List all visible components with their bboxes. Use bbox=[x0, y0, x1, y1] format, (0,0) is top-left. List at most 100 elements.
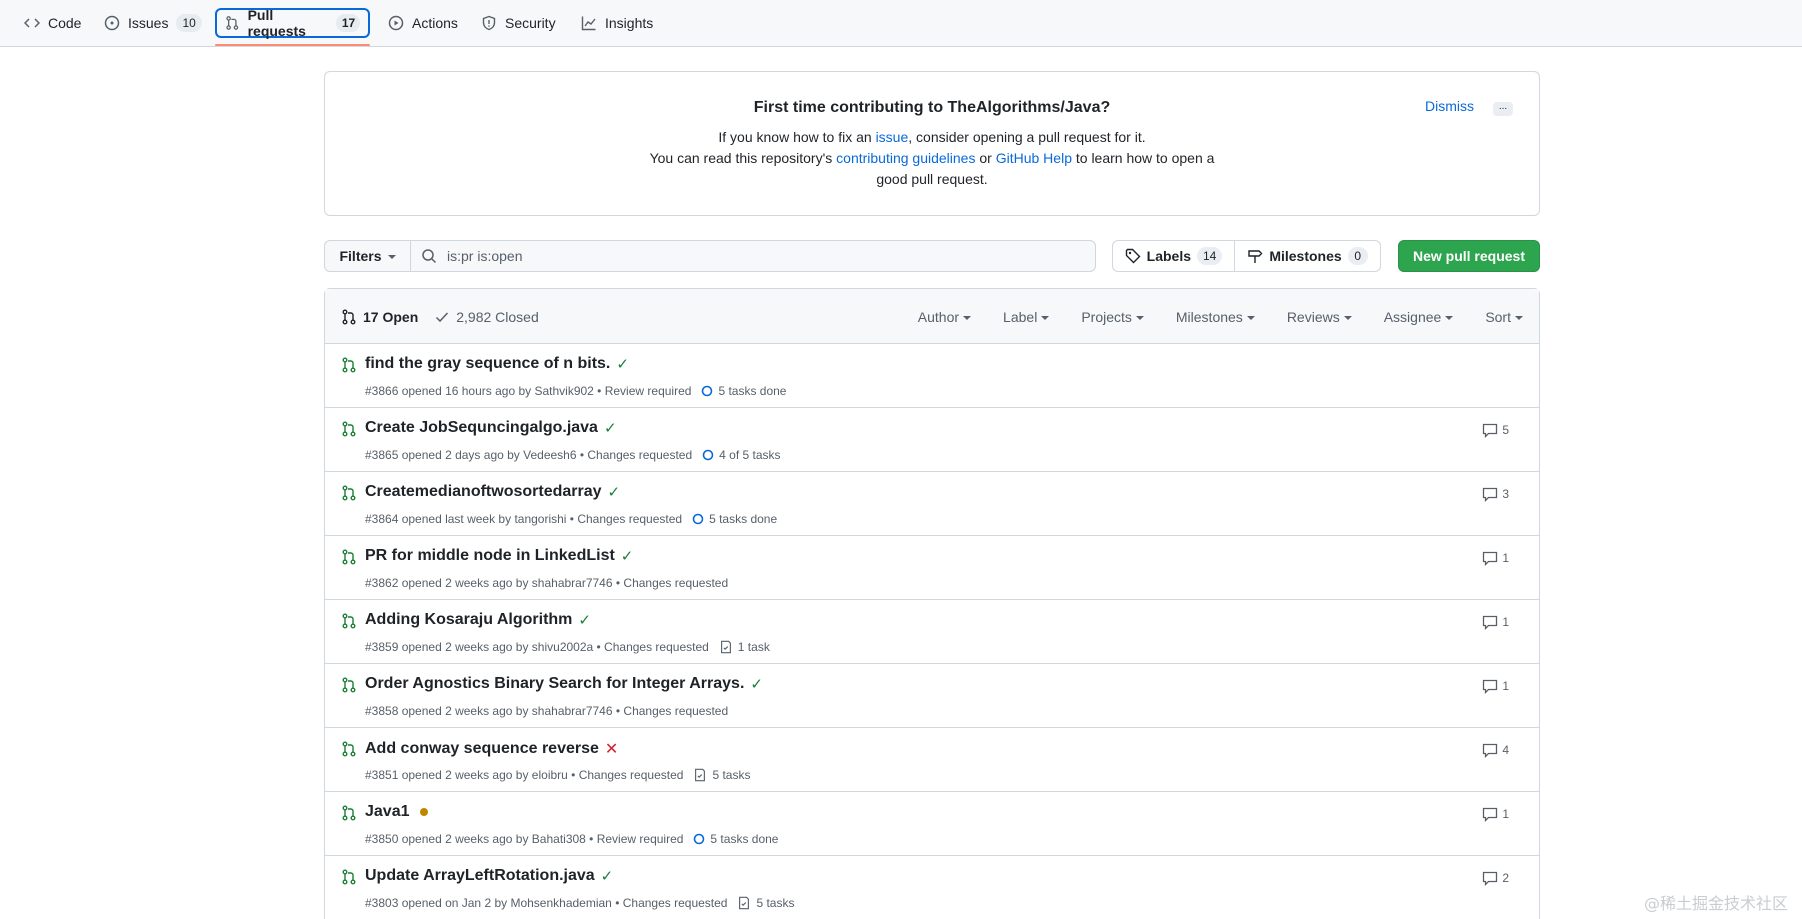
task-progress: 5 tasks bbox=[737, 896, 794, 910]
comment-count: 4 bbox=[1502, 743, 1509, 757]
author-menu[interactable]: Author bbox=[917, 308, 972, 325]
pull-request-row[interactable]: find the gray sequence of n bits. ✓ #3866 … bbox=[325, 344, 1539, 408]
tag-icon bbox=[1125, 248, 1141, 264]
pull-request-title-link[interactable]: find the gray sequence of n bits. bbox=[365, 355, 610, 373]
comments-link[interactable]: 2 bbox=[1482, 870, 1509, 886]
milestones-button[interactable]: Milestones 0 bbox=[1234, 240, 1381, 272]
chevron-down-icon bbox=[1515, 315, 1523, 320]
milestone-icon bbox=[1248, 250, 1263, 263]
check-icon[interactable]: ✓ bbox=[750, 675, 763, 693]
menu-label: Reviews bbox=[1286, 308, 1340, 325]
pull-request-title-link[interactable]: Create JobSequncingalgo.java bbox=[365, 419, 598, 437]
banner-title: First time contributing to TheAlgorithms… bbox=[753, 99, 1111, 116]
task-progress: 4 of 5 tasks bbox=[702, 448, 781, 462]
git-pull-request-icon bbox=[342, 357, 356, 373]
pull-requests-counter: 17 bbox=[335, 14, 360, 32]
menu-label: Label bbox=[1003, 308, 1038, 325]
assignee-menu[interactable]: Assignee bbox=[1384, 309, 1454, 325]
pull-request-title-link[interactable]: Createmedianoftwosortedarray bbox=[365, 483, 602, 501]
check-icon[interactable]: ✓ bbox=[621, 547, 634, 565]
pull-request-row[interactable]: Add conway sequence reverse ✕ #3851 opened… bbox=[325, 728, 1539, 792]
pending-dot-icon[interactable] bbox=[419, 808, 428, 816]
pull-request-row[interactable]: Update ArrayLeftRotation.java ✓ #3803 open… bbox=[325, 856, 1539, 919]
tab-code[interactable]: Code bbox=[16, 8, 89, 38]
pull-request-row[interactable]: Createmedianoftwosortedarray ✓ #3864 opene… bbox=[325, 472, 1539, 536]
tab-pull-requests[interactable]: Pull requests 17 bbox=[215, 7, 370, 39]
pull-request-row[interactable]: Adding Kosaraju Algorithm ✓ #3859 opened 2… bbox=[325, 600, 1539, 664]
label-menu[interactable]: Label bbox=[1003, 308, 1050, 325]
new-pull-request-button[interactable]: New pull request bbox=[1398, 240, 1540, 272]
pull-request-title-link[interactable]: Add conway sequence reverse bbox=[365, 740, 599, 758]
pull-request-meta: #3864 opened last week by tangorishi • C… bbox=[365, 512, 777, 526]
pull-request-title: Createmedianoftwosortedarray ✓ bbox=[365, 483, 620, 501]
comment-icon bbox=[1483, 487, 1498, 502]
labels-button[interactable]: Labels 14 bbox=[1112, 240, 1235, 272]
banner-text-segment: You can read this repository's bbox=[649, 150, 837, 166]
tab-label: Code bbox=[48, 15, 82, 31]
watermark: @稀土掘金技术社区 bbox=[1643, 894, 1788, 913]
pull-request-meta-text: #3850 opened 2 weeks ago by Bahati308 • … bbox=[365, 832, 684, 846]
issue-link[interactable]: issue bbox=[876, 129, 909, 145]
filters-button[interactable]: Filters bbox=[324, 240, 411, 272]
pull-request-row[interactable]: Java1 #3850 opened 2 weeks ago by Bahati3… bbox=[325, 792, 1539, 856]
banner-text: If you know how to fix an issue, conside… bbox=[325, 127, 1539, 190]
check-icon[interactable]: ✓ bbox=[616, 355, 629, 373]
pull-request-title-link[interactable]: Update ArrayLeftRotation.java bbox=[365, 867, 595, 885]
comment-icon bbox=[1483, 743, 1498, 758]
comments-link[interactable]: 1 bbox=[1482, 806, 1509, 822]
projects-menu[interactable]: Projects bbox=[1081, 309, 1144, 325]
tab-security[interactable]: Security bbox=[473, 8, 564, 38]
comments-link[interactable]: 3 bbox=[1482, 486, 1509, 502]
pull-request-title-link[interactable]: PR for middle node in LinkedList bbox=[365, 547, 615, 565]
search-input[interactable] bbox=[447, 248, 1047, 264]
github-help-link[interactable]: GitHub Help bbox=[996, 150, 1072, 166]
circle-progress-icon bbox=[702, 449, 714, 461]
pull-request-row[interactable]: Create JobSequncingalgo.java ✓ #3865 opene… bbox=[325, 408, 1539, 472]
git-pull-request-icon bbox=[342, 869, 356, 885]
check-icon[interactable]: ✓ bbox=[578, 611, 591, 629]
dismiss-button[interactable]: Dismiss bbox=[1425, 98, 1474, 114]
repo-nav: Code Issues 10 Pull requests 17 Actions … bbox=[0, 0, 1802, 47]
comments-link[interactable]: 5 bbox=[1482, 422, 1509, 438]
tab-issues[interactable]: Issues 10 bbox=[96, 8, 210, 38]
chevron-down-icon bbox=[1041, 315, 1050, 320]
search-bar[interactable] bbox=[410, 240, 1096, 272]
tab-actions[interactable]: Actions bbox=[380, 8, 466, 38]
menu-label: Author bbox=[917, 308, 960, 325]
pull-request-title-link[interactable]: Java1 bbox=[365, 803, 410, 821]
pull-request-meta: #3851 opened 2 weeks ago by eloibru • Ch… bbox=[365, 768, 750, 782]
reviews-menu[interactable]: Reviews bbox=[1287, 309, 1352, 325]
pull-request-row[interactable]: PR for middle node in LinkedList ✓ #3862 o… bbox=[325, 536, 1539, 600]
git-pull-request-icon bbox=[342, 741, 356, 757]
chevron-down-icon bbox=[1135, 315, 1144, 320]
tab-label: Actions bbox=[412, 15, 458, 31]
menu-label: Assignee bbox=[1383, 308, 1442, 325]
comments-link[interactable]: 1 bbox=[1482, 614, 1509, 630]
comments-link[interactable]: 1 bbox=[1482, 678, 1509, 694]
check-icon[interactable]: ✓ bbox=[601, 867, 614, 885]
git-pull-request-icon bbox=[342, 613, 356, 629]
comments-link[interactable]: 4 bbox=[1482, 742, 1509, 758]
pull-request-row[interactable]: Order Agnostics Binary Search for Intege… bbox=[325, 664, 1539, 728]
closed-filter[interactable]: 2,982 Closed bbox=[434, 309, 539, 325]
labels-counter: 14 bbox=[1197, 247, 1223, 265]
pull-request-meta: #3866 opened 16 hours ago by Sathvik902 … bbox=[365, 384, 786, 398]
contributing-guidelines-link[interactable]: contributing guidelines bbox=[836, 150, 975, 166]
pull-request-meta: #3858 opened 2 weeks ago by shahabrar774… bbox=[365, 704, 728, 718]
tab-insights[interactable]: Insights bbox=[573, 8, 661, 38]
x-icon[interactable]: ✕ bbox=[605, 739, 618, 759]
pull-request-meta-text: #3803 opened on Jan 2 by Mohsenkhademian… bbox=[365, 896, 728, 910]
pull-request-title-link[interactable]: Order Agnostics Binary Search for Intege… bbox=[365, 675, 744, 693]
check-icon[interactable]: ✓ bbox=[604, 419, 617, 437]
open-filter[interactable]: 17 Open bbox=[341, 309, 418, 325]
milestones-counter: 0 bbox=[1347, 247, 1368, 265]
banner-text-segment: good pull request. bbox=[876, 171, 988, 187]
comments-link[interactable]: 1 bbox=[1482, 550, 1509, 566]
more-options-button[interactable]: ... bbox=[1493, 102, 1513, 116]
pull-request-title-link[interactable]: Adding Kosaraju Algorithm bbox=[365, 611, 572, 629]
banner-text-segment: If you know how to fix an bbox=[718, 129, 876, 145]
milestones-menu[interactable]: Milestones bbox=[1176, 309, 1255, 325]
check-icon[interactable]: ✓ bbox=[608, 483, 621, 501]
first-time-contributor-banner: First time contributing to TheAlgorithms… bbox=[324, 71, 1540, 216]
sort-menu[interactable]: Sort bbox=[1485, 309, 1523, 325]
